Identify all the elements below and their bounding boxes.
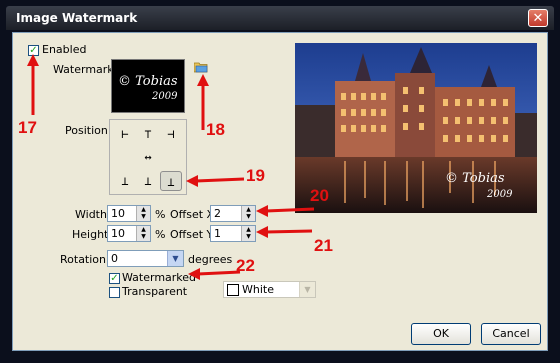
rotation-unit: degrees — [188, 253, 233, 266]
height-label: Height — [72, 228, 109, 241]
annotation-17: 17 — [18, 118, 37, 137]
offset-y-label: Offset Y — [170, 228, 214, 241]
spin-arrows-icon[interactable]: ▲ ▼ — [241, 206, 255, 221]
close-button[interactable]: ✕ — [528, 9, 548, 27]
width-value: 10 — [111, 207, 125, 220]
width-label: Width — [75, 208, 107, 221]
check-icon: ✓ — [110, 273, 119, 284]
preview-watermark-year: 2009 — [487, 189, 513, 200]
annotation-21: 21 — [314, 236, 333, 255]
position-grid: ⊢ ⊤ ⊣ ↔ ⊥ ⊥ ⊥ — [109, 119, 187, 195]
position-bottom-left[interactable]: ⊥ — [114, 171, 136, 191]
chevron-down-icon[interactable]: ▼ — [299, 282, 315, 297]
enabled-checkbox[interactable]: ✓ — [28, 45, 39, 56]
position-top-right[interactable]: ⊣ — [160, 124, 182, 144]
width-percent: % — [155, 208, 166, 221]
rotation-select[interactable]: 0 ▼ — [107, 250, 184, 267]
dialog-body: ✓ Enabled Watermark © Tobias 2009 Positi… — [12, 32, 548, 351]
color-swatch — [227, 284, 239, 296]
dialog-window: Image Watermark ✕ ✓ Enabled Watermark © … — [0, 0, 560, 363]
watermarked-label: Watermarked — [122, 271, 197, 284]
offset-x-label: Offset X — [170, 208, 215, 221]
window-title: Image Watermark — [16, 11, 138, 25]
spin-arrows-icon[interactable]: ▲ ▼ — [136, 226, 150, 241]
watermarked-checkbox[interactable]: ✓ — [109, 273, 120, 284]
thumb-year: 2009 — [152, 91, 178, 102]
enabled-label: Enabled — [42, 43, 87, 56]
title-bar[interactable]: Image Watermark ✕ — [6, 6, 554, 30]
transparent-label: Transparent — [122, 285, 188, 298]
spin-arrows-icon[interactable]: ▲ ▼ — [241, 226, 255, 241]
watermark-label: Watermark — [53, 63, 114, 76]
preview-watermark-text: © Tobias — [445, 171, 505, 186]
ok-button[interactable]: OK — [411, 323, 471, 345]
watermark-thumbnail: © Tobias 2009 — [111, 59, 185, 113]
rotation-value: 0 — [111, 252, 118, 265]
position-label: Position — [65, 124, 108, 137]
annotation-22: 22 — [236, 256, 255, 275]
position-top-center[interactable]: ⊤ — [137, 124, 159, 144]
annotation-20: 20 — [310, 186, 329, 205]
annotation-18: 18 — [206, 120, 225, 139]
color-select[interactable]: White ▼ — [223, 281, 316, 298]
color-value: White — [242, 283, 274, 296]
position-bottom-center[interactable]: ⊥ — [137, 171, 159, 191]
position-center[interactable]: ↔ — [137, 147, 159, 167]
offset-x-value: 2 — [214, 207, 221, 220]
position-top-left[interactable]: ⊢ — [114, 124, 136, 144]
position-bottom-right[interactable]: ⊥ — [160, 171, 182, 191]
height-percent: % — [155, 228, 166, 241]
preview-image: © Tobias 2009 — [295, 43, 537, 213]
annotation-19: 19 — [246, 166, 265, 185]
offset-x-spinner[interactable]: 2 ▲ ▼ — [210, 205, 256, 222]
offset-y-spinner[interactable]: 1 ▲ ▼ — [210, 225, 256, 242]
height-spinner[interactable]: 10 ▲ ▼ — [107, 225, 151, 242]
open-folder-icon[interactable] — [194, 62, 209, 73]
transparent-checkbox[interactable] — [109, 287, 120, 298]
rotation-label: Rotation — [60, 253, 107, 266]
preview-photo — [295, 43, 537, 213]
width-spinner[interactable]: 10 ▲ ▼ — [107, 205, 151, 222]
chevron-down-icon[interactable]: ▼ — [167, 251, 183, 266]
check-icon: ✓ — [29, 45, 38, 56]
offset-y-value: 1 — [214, 227, 221, 240]
close-icon: ✕ — [532, 11, 544, 26]
height-value: 10 — [111, 227, 125, 240]
cancel-button[interactable]: Cancel — [481, 323, 541, 345]
spin-arrows-icon[interactable]: ▲ ▼ — [136, 206, 150, 221]
thumb-text: © Tobias — [118, 74, 178, 89]
